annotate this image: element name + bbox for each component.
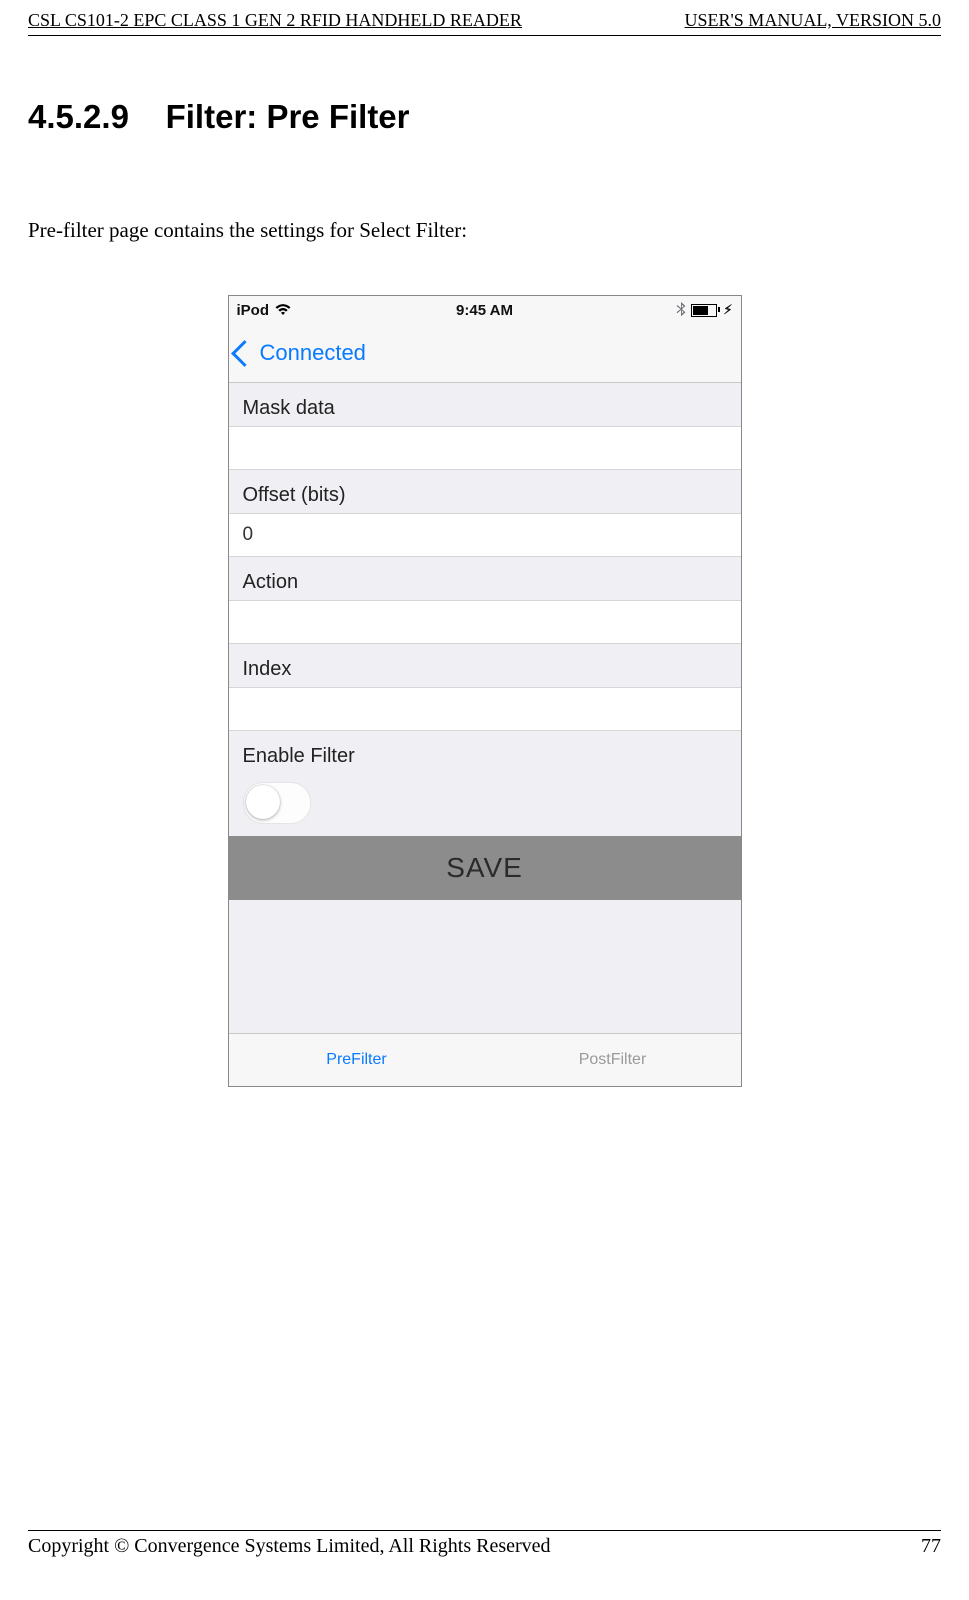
back-label: Connected [260, 340, 366, 366]
form-content: Mask data Offset (bits) 0 Action Index E… [229, 383, 741, 900]
action-input[interactable] [229, 600, 741, 644]
tab-bar: PreFilter PostFilter [229, 1033, 741, 1086]
section-title: Filter: Pre Filter [166, 98, 410, 135]
body-text: Pre-filter page contains the settings fo… [28, 218, 941, 243]
section-number: 4.5.2.9 [28, 98, 129, 135]
header-left: CSL CS101-2 EPC CLASS 1 GEN 2 RFID HANDH… [28, 10, 522, 31]
mask-data-input[interactable] [229, 426, 741, 470]
nav-bar: Connected [229, 324, 741, 383]
footer-left: Copyright © Convergence Systems Limited,… [28, 1535, 551, 1558]
save-button[interactable]: SAVE [229, 836, 741, 900]
document-footer: Copyright © Convergence Systems Limited,… [28, 1530, 941, 1558]
status-bar: iPod 9:45 AM ⚡︎ [229, 296, 741, 324]
screenshot-container: iPod 9:45 AM ⚡︎ Connected [28, 295, 941, 1087]
offset-input[interactable]: 0 [229, 513, 741, 557]
header-right: USER'S MANUAL, VERSION 5.0 [685, 10, 941, 31]
back-button[interactable]: Connected [235, 340, 366, 366]
index-input[interactable] [229, 687, 741, 731]
clock-label: 9:45 AM [229, 302, 741, 319]
index-label: Index [229, 644, 741, 687]
document-header: CSL CS101-2 EPC CLASS 1 GEN 2 RFID HANDH… [28, 10, 941, 36]
section-heading: 4.5.2.9 Filter: Pre Filter [28, 98, 941, 136]
enable-filter-label: Enable Filter [229, 731, 741, 774]
offset-label: Offset (bits) [229, 470, 741, 513]
action-label: Action [229, 557, 741, 600]
battery-icon [691, 304, 717, 317]
tab-prefilter[interactable]: PreFilter [229, 1034, 485, 1086]
enable-filter-toggle[interactable] [243, 782, 311, 824]
tab-postfilter[interactable]: PostFilter [485, 1034, 741, 1086]
mask-data-label: Mask data [229, 383, 741, 426]
page-number: 77 [921, 1535, 941, 1558]
chevron-left-icon [231, 340, 258, 367]
phone-screenshot: iPod 9:45 AM ⚡︎ Connected [228, 295, 742, 1087]
